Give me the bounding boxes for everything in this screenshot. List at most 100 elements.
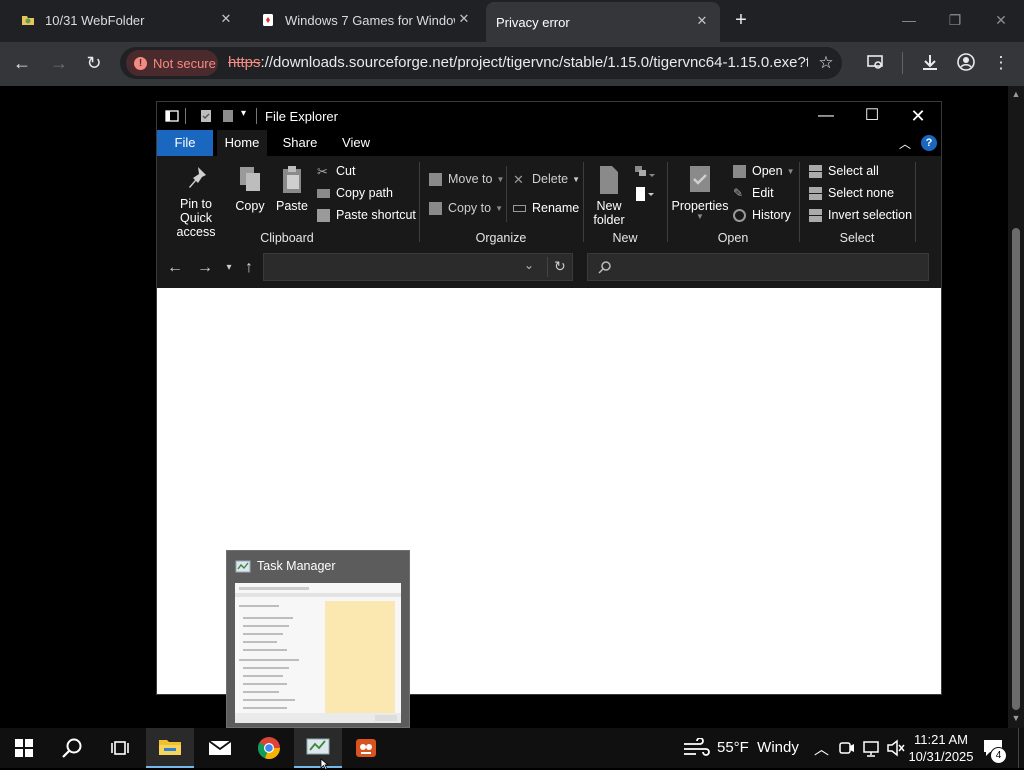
clock-time[interactable]: 11:21 AM [912, 732, 970, 747]
browser-tab-webfolder[interactable]: 10/31 WebFolder ✕ [8, 0, 244, 40]
ribbon-tab-view[interactable]: View [331, 130, 381, 156]
help-icon[interactable]: ? [921, 135, 937, 151]
open-icon [733, 164, 746, 178]
rename-label: Rename [532, 201, 580, 215]
customize-qa-icon[interactable]: ▾ [241, 108, 246, 119]
explorer-forward-icon[interactable]: → [195, 258, 215, 278]
explorer-maximize-icon[interactable]: ☐ [849, 102, 895, 130]
meet-now-icon[interactable] [838, 738, 856, 758]
close-icon[interactable]: ✕ [694, 13, 710, 29]
show-desktop-button[interactable] [1018, 728, 1024, 768]
close-icon[interactable]: ✕ [456, 11, 472, 27]
start-icon[interactable] [0, 728, 48, 768]
task-manager-icon [235, 560, 251, 573]
menu-icon[interactable]: ⋮ [990, 52, 1012, 74]
ribbon-tab-home[interactable]: Home [217, 130, 267, 156]
recent-locations-icon[interactable]: ▾ [219, 258, 239, 278]
new-item-icon[interactable] [633, 164, 655, 182]
copy-icon [240, 167, 260, 191]
restore-icon[interactable]: ❐ [944, 10, 966, 30]
address-dropdown-icon[interactable]: ⌄ [524, 258, 534, 272]
file-explorer-icon[interactable] [146, 728, 194, 768]
weather-wind-icon[interactable] [682, 737, 712, 758]
ribbon-divider [419, 162, 420, 242]
copy-path-button[interactable]: Copy path [317, 186, 393, 200]
collapse-ribbon-icon[interactable]: ︿ [899, 135, 911, 152]
copy-button[interactable]: Copy [233, 164, 267, 213]
refresh-icon[interactable]: ↻ [554, 258, 566, 275]
explorer-title: File Explorer [265, 109, 338, 124]
history-button[interactable]: History [733, 208, 791, 222]
new-tab-button[interactable]: + [731, 10, 751, 30]
explorer-back-icon[interactable]: ← [165, 258, 185, 278]
explorer-minimize-icon[interactable]: — [803, 102, 849, 130]
ribbon-tab-share[interactable]: Share [275, 130, 325, 156]
history-icon [733, 208, 746, 222]
close-window-icon[interactable]: ✕ [990, 10, 1012, 30]
rename-button[interactable]: Rename [513, 201, 579, 215]
notification-center-icon[interactable]: 4 [982, 738, 1010, 764]
select-none-button[interactable]: Select none [809, 186, 894, 200]
up-icon[interactable]: ↑ [239, 258, 259, 278]
chrome-icon[interactable] [245, 728, 293, 768]
reload-icon[interactable]: ↻ [82, 52, 106, 74]
open-button[interactable]: Open ▼ [733, 164, 795, 178]
select-all-button[interactable]: Select all [809, 164, 879, 178]
task-manager-preview[interactable]: Task Manager [226, 550, 410, 728]
delete-button[interactable]: ✕ Delete ▼ [513, 172, 580, 186]
explorer-address-bar[interactable]: ⌄ ↻ [263, 253, 573, 281]
pin-quick-access-button[interactable]: Pin to Quick access [163, 164, 229, 239]
weather-text[interactable]: 55°F Windy [717, 739, 799, 756]
invert-selection-button[interactable]: Invert selection [809, 208, 912, 222]
browser-tab-privacy-error[interactable]: Privacy error ✕ [486, 2, 720, 42]
select-all-icon [809, 164, 822, 178]
new-folder-icon [600, 166, 618, 194]
explorer-close-icon[interactable]: ✕ [895, 102, 941, 130]
search-icon[interactable] [48, 728, 96, 768]
show-hidden-icons-icon[interactable]: ︿ [814, 738, 829, 759]
cast-icon[interactable] [864, 52, 886, 74]
properties-button[interactable]: Properties ▼ [671, 164, 729, 221]
move-to-button[interactable]: Move to ▼ [429, 172, 504, 186]
clock-date[interactable]: 10/31/2025 [908, 749, 974, 764]
open-group-label: Open [717, 231, 749, 245]
forward-icon[interactable]: → [47, 52, 71, 74]
not-secure-chip[interactable]: ! Not secure [126, 50, 218, 76]
game-icon[interactable] [342, 728, 390, 768]
paste-button[interactable]: Paste [275, 164, 309, 213]
dropdown-arrow-icon: ▼ [696, 212, 704, 221]
properties-qa-icon[interactable] [199, 109, 213, 123]
task-manager-icon[interactable] [294, 728, 342, 770]
explorer-search-box[interactable] [587, 253, 929, 281]
task-view-icon[interactable] [96, 728, 144, 768]
new-folder-button[interactable]: New folder [589, 164, 629, 227]
edit-button[interactable]: ✎ Edit [733, 186, 774, 200]
pin-label: Pin to Quick access [176, 197, 216, 239]
cards-icon [263, 14, 273, 26]
volume-muted-icon[interactable] [886, 738, 906, 758]
scroll-down-icon[interactable]: ▼ [1010, 712, 1022, 724]
history-label: History [752, 208, 791, 222]
close-icon[interactable]: ✕ [218, 11, 234, 27]
new-folder-qa-icon[interactable] [221, 109, 235, 123]
url-text[interactable]: https://downloads.sourceforge.net/projec… [228, 54, 808, 72]
network-icon[interactable] [862, 738, 882, 758]
mail-icon[interactable] [196, 728, 244, 768]
browser-tab-games[interactable]: Windows 7 Games for Windows ✕ [248, 0, 482, 40]
scroll-up-icon[interactable]: ▲ [1010, 88, 1022, 100]
cut-button[interactable]: ✂ Cut [317, 164, 355, 178]
easy-access-icon[interactable] [633, 186, 655, 204]
ribbon-tab-file[interactable]: File [157, 130, 213, 156]
url-path: ://downloads.sourceforge.net/project/tig… [260, 54, 808, 71]
back-icon[interactable]: ← [10, 52, 34, 74]
not-secure-label: Not secure [153, 55, 216, 71]
scrollbar-thumb[interactable] [1012, 228, 1020, 710]
download-icon[interactable] [919, 52, 941, 74]
minimize-icon[interactable]: — [898, 10, 920, 30]
profile-icon[interactable] [955, 52, 977, 74]
copy-to-button[interactable]: Copy to ▼ [429, 201, 503, 215]
bookmark-star-icon[interactable]: ☆ [815, 52, 837, 74]
paste-shortcut-button[interactable]: Paste shortcut [317, 208, 416, 222]
copy-to-label: Copy to [448, 201, 492, 215]
dropdown-arrow-icon: ▼ [786, 166, 795, 176]
